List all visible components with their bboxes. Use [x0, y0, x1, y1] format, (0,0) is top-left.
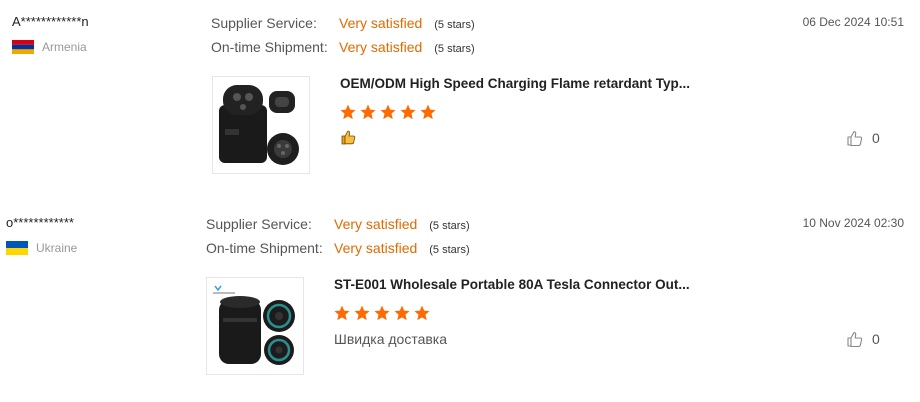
product-title-link[interactable]: OEM/ODM High Speed Charging Flame retard…	[340, 76, 690, 91]
review-comment: Швидка доставка	[334, 331, 448, 347]
country-name: Ukraine	[36, 241, 78, 255]
review-item: A************n Armenia Supplier Service:…	[0, 0, 920, 190]
star-icon	[354, 305, 370, 321]
thumbs-up-emoji-icon	[341, 130, 356, 145]
reviewer-name: A************n	[12, 14, 89, 29]
star-icon	[400, 104, 416, 120]
rating-stars-text: (5 stars)	[434, 19, 475, 31]
armenia-flag-icon	[12, 40, 34, 54]
rating-label: On-time Shipment:	[206, 240, 323, 256]
star-icon	[414, 305, 430, 321]
tesla-adapter-image	[213, 285, 295, 365]
ev-connector-image	[219, 85, 299, 165]
rating-value: Very satisfied	[334, 240, 418, 256]
rating-stars-text: (5 stars)	[434, 43, 475, 55]
thumbs-up-icon	[847, 130, 863, 147]
review-date: 06 Dec 2024 10:51	[802, 15, 904, 29]
like-count: 0	[872, 331, 880, 347]
like-count: 0	[872, 130, 880, 146]
product-title-link[interactable]: ST-E001 Wholesale Portable 80A Tesla Con…	[334, 277, 690, 292]
like-button[interactable]: 0	[846, 129, 880, 147]
rating-label: On-time Shipment:	[211, 39, 328, 55]
star-icon	[420, 104, 436, 120]
star-icon	[380, 104, 396, 120]
review-date: 10 Nov 2024 02:30	[802, 216, 904, 230]
product-thumbnail[interactable]	[206, 277, 304, 375]
rating-value: Very satisfied	[339, 15, 423, 31]
supplier-service-rating: Supplier Service: Very satisfied (5 star…	[206, 216, 470, 232]
rating-label: Supplier Service:	[206, 216, 312, 232]
reviewer-name: o************	[6, 215, 74, 230]
star-icon	[374, 305, 390, 321]
review-item: o************ Ukraine Supplier Service: …	[0, 201, 920, 391]
rating-label: Supplier Service:	[211, 15, 317, 31]
product-star-rating	[339, 103, 437, 121]
rating-value: Very satisfied	[339, 39, 423, 55]
product-star-rating	[333, 304, 431, 322]
supplier-service-rating: Supplier Service: Very satisfied (5 star…	[211, 15, 475, 31]
reviewer-country: Ukraine	[6, 241, 77, 255]
rating-stars-text: (5 stars)	[429, 220, 470, 232]
shipment-rating: On-time Shipment: Very satisfied (5 star…	[206, 240, 470, 256]
star-icon	[334, 305, 350, 321]
thumbs-up-icon	[847, 331, 863, 348]
star-icon	[394, 305, 410, 321]
product-thumbnail[interactable]	[212, 76, 310, 174]
star-icon	[340, 104, 356, 120]
rating-stars-text: (5 stars)	[429, 244, 470, 256]
reviewer-country: Armenia	[12, 40, 87, 54]
shipment-rating: On-time Shipment: Very satisfied (5 star…	[211, 39, 475, 55]
country-name: Armenia	[42, 40, 87, 54]
star-icon	[360, 104, 376, 120]
like-button[interactable]: 0	[846, 330, 880, 348]
rating-value: Very satisfied	[334, 216, 418, 232]
ukraine-flag-icon	[6, 241, 28, 255]
